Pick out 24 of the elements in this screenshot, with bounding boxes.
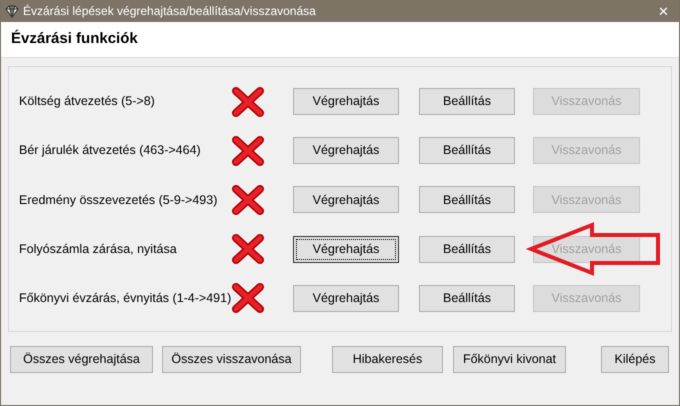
execute-button[interactable]: Végrehajtás [293,186,399,214]
execute-button[interactable]: Végrehajtás [293,137,399,164]
section-heading: Évzárási funkciók [11,28,138,50]
step-label: Eredmény összevezetés (5-9->493) [18,192,218,209]
step-label: Főkönyvi évzárás, évnyitás (1-4->491) [18,290,231,307]
settings-button[interactable]: Beállítás [419,88,515,116]
debug-button[interactable]: Hibakeresés [332,346,443,373]
step-label: Költség átvezetés (5->8) [18,93,156,110]
close-button[interactable]: ✕ [652,4,675,18]
step-label: Bér járulék átvezetés (463->464) [18,142,202,160]
settings-button[interactable]: Beállítás [419,284,515,312]
diamond-icon [5,4,19,18]
execute-button[interactable]: Végrehajtás [293,88,399,116]
settings-button[interactable]: Beállítás [419,236,515,263]
step-label: Folyószámla zárása, nyitása [18,240,178,258]
execute-button[interactable]: Végrehajtás [293,236,399,263]
window-title: Évzárási lépések végrehajtása/beállítása/visszavonása [23,3,317,20]
ledger-extract-button[interactable]: Főkönyvi kivonat [453,346,566,373]
execute-button[interactable]: Végrehajtás [293,284,399,312]
undo-all-button[interactable]: Összes visszavonása [162,346,301,373]
settings-button[interactable]: Beállítás [419,137,515,164]
settings-button[interactable]: Beállítás [419,186,515,214]
exit-button[interactable]: Kilépés [601,346,669,373]
execute-all-button[interactable]: Összes végrehajtása [10,346,153,373]
